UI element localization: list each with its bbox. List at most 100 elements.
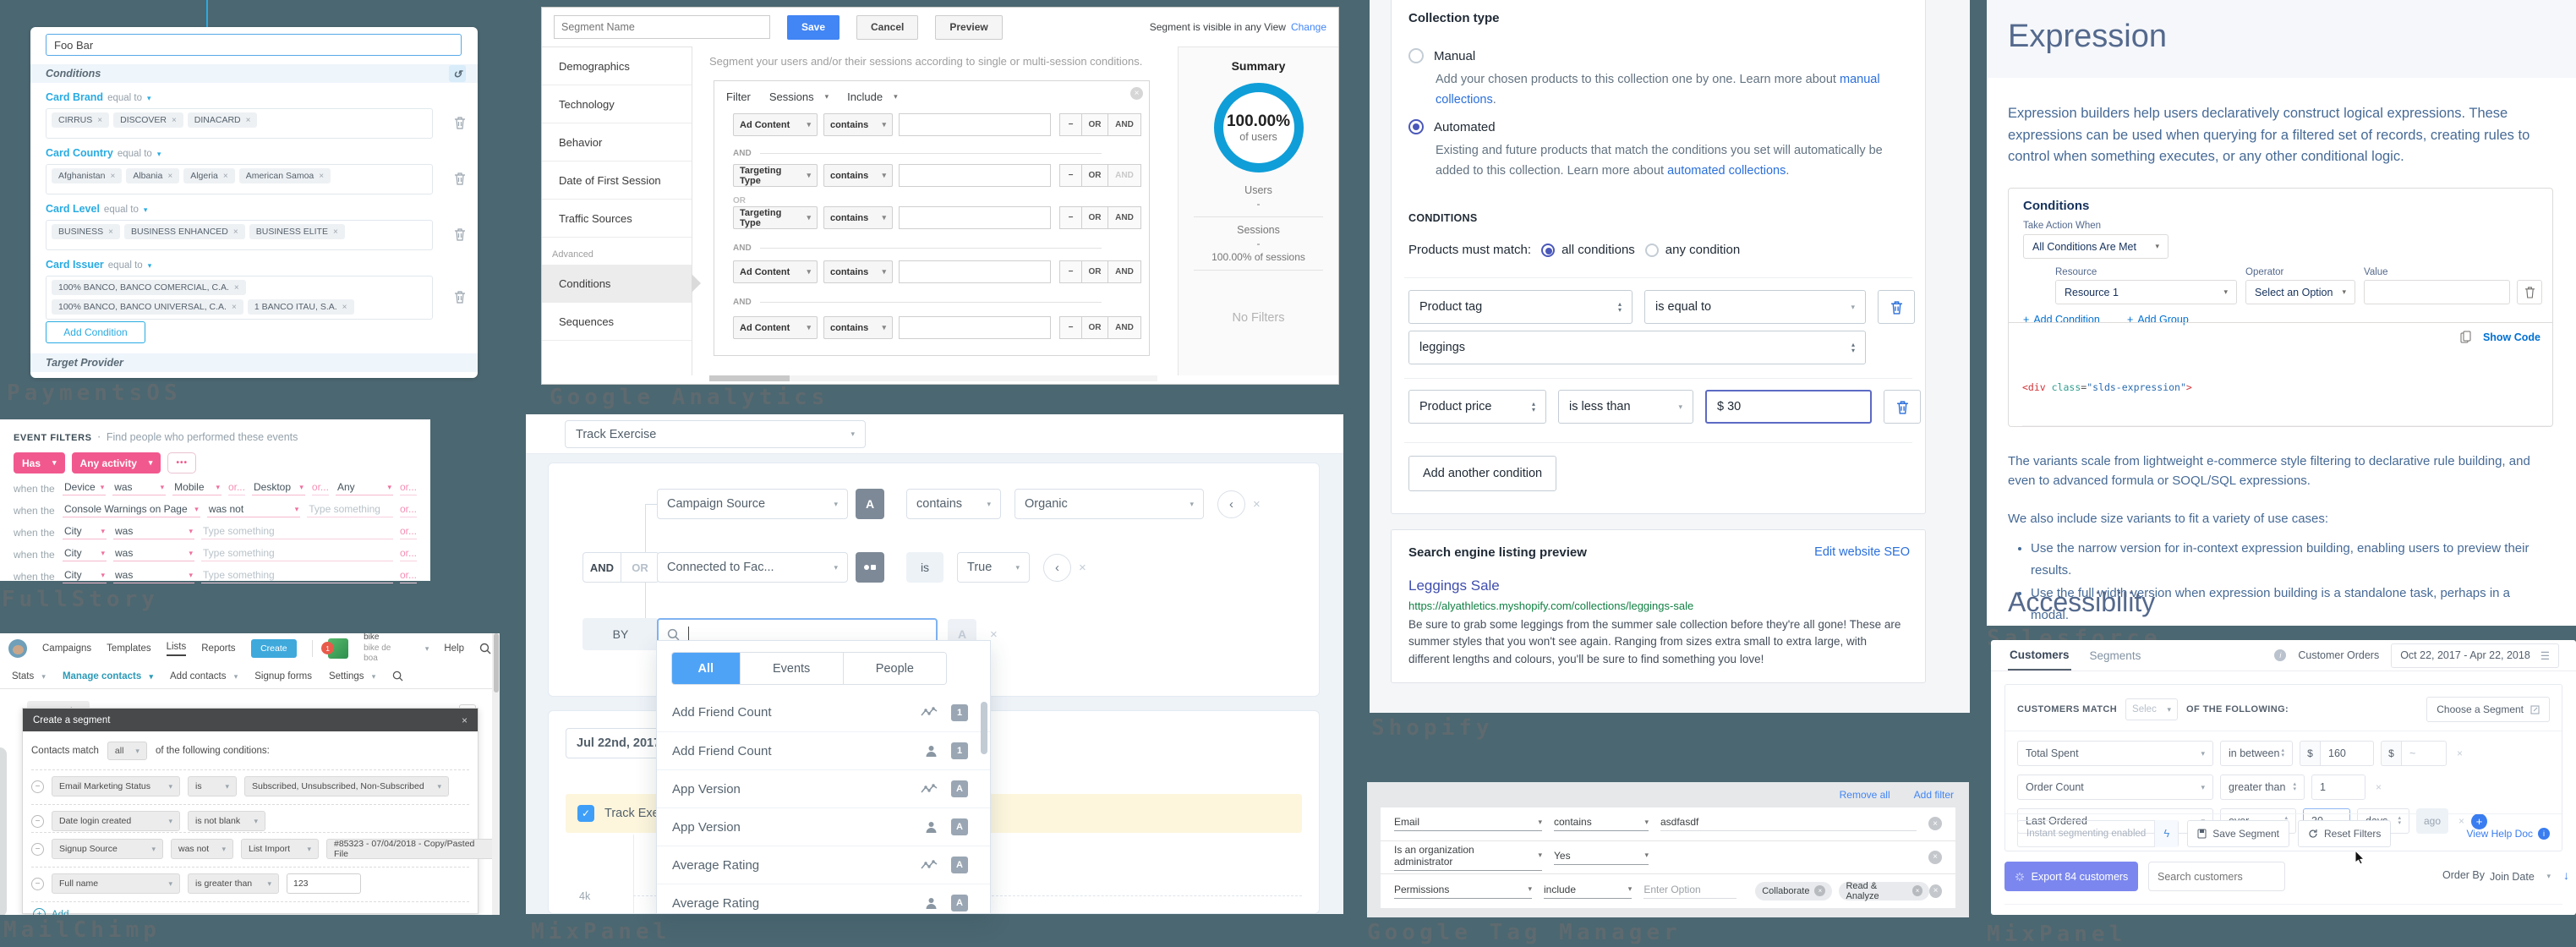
operator-dropdown[interactable]: Yes▾ <box>1554 850 1649 865</box>
refresh-icon[interactable]: ↺ <box>449 65 466 82</box>
operator-select[interactable]: contains▾ <box>823 316 893 339</box>
event-dropdown[interactable]: Track Exercise▾ <box>565 420 866 448</box>
tab-all[interactable]: All <box>672 653 740 684</box>
nav-campaigns[interactable]: Campaigns <box>42 643 91 654</box>
dimension-select[interactable]: Targeting Type▾ <box>733 206 818 229</box>
value-input[interactable]: Enter Option <box>1643 884 1736 899</box>
save-segment-button[interactable]: Save Segment <box>2187 820 2289 847</box>
radio-checked-icon[interactable] <box>1408 119 1424 134</box>
value-dropdown[interactable]: Organic▾ <box>1015 489 1204 519</box>
field-dropdown[interactable]: Email▾ <box>1394 816 1542 831</box>
remove-row-button[interactable]: − <box>1059 113 1082 136</box>
add-filter-link[interactable]: Add filter <box>1914 789 1954 801</box>
account-menu[interactable]: bikebike de boa <box>364 633 405 665</box>
operator-dropdown[interactable]: was▾ <box>113 525 194 539</box>
sidebar-item-date-first-session[interactable]: Date of First Session <box>542 161 692 200</box>
and-button[interactable]: AND <box>1108 206 1141 229</box>
segment-name-input[interactable] <box>46 34 462 56</box>
preview-button[interactable]: Preview <box>935 15 1002 40</box>
operator-dropdown[interactable]: include▾ <box>1544 884 1632 899</box>
remove-filter-icon[interactable]: × <box>2376 781 2382 793</box>
automated-option[interactable]: Automated <box>1408 119 1496 134</box>
list-item[interactable]: Average Rating A <box>657 884 990 914</box>
dimension-select[interactable]: Ad Content▾ <box>733 113 818 136</box>
or-button[interactable]: OR <box>1081 206 1108 229</box>
value-input[interactable]: Type something <box>307 503 393 517</box>
trash-icon[interactable] <box>454 116 466 129</box>
checkbox-checked-icon[interactable]: ✓ <box>577 805 594 822</box>
list-item[interactable]: App Version A <box>657 769 990 807</box>
trash-icon[interactable] <box>454 172 466 185</box>
close-icon[interactable]: × <box>462 714 468 726</box>
remove-chip-icon[interactable]: × <box>108 227 113 237</box>
nav-templates[interactable]: Templates <box>107 643 150 654</box>
field-select[interactable]: Product tag▴▾ <box>1408 290 1633 324</box>
value-dropdown[interactable]: True▾ <box>957 552 1030 583</box>
and-button[interactable]: AND <box>1108 316 1141 339</box>
dimension-select[interactable]: Targeting Type▾ <box>733 164 818 187</box>
remove-chip-icon[interactable]: × <box>167 172 172 181</box>
field-dropdown[interactable]: Console Warnings on Page▾ <box>63 503 200 517</box>
price-input-focused[interactable] <box>1705 390 1872 424</box>
chip[interactable]: 1 BANCO ITAU, S.A.× <box>248 299 354 315</box>
chip[interactable]: BUSINESS ELITE× <box>249 224 345 239</box>
operator-select[interactable]: is equal to▾ <box>1644 290 1866 324</box>
sidebar-item-demographics[interactable]: Demographics <box>542 47 692 85</box>
remove-filter-icon[interactable]: × <box>990 627 998 642</box>
list-item[interactable]: Add Friend Count 1 <box>657 731 990 769</box>
tab-events[interactable]: Events <box>740 653 843 684</box>
any-condition-option[interactable]: any condition <box>1645 243 1740 257</box>
filter-include-dropdown[interactable]: Include▾ <box>847 90 897 103</box>
value-input[interactable] <box>899 113 1051 136</box>
operator-select[interactable]: is less than▾ <box>1558 390 1693 424</box>
add-condition-link[interactable]: +Add <box>33 908 68 915</box>
collapse-icon[interactable]: ‹ <box>1217 490 1245 518</box>
property-type-icon[interactable] <box>856 552 884 583</box>
remove-filter-icon[interactable]: × <box>1929 884 1942 898</box>
remove-filter-icon[interactable]: × <box>2457 747 2463 759</box>
chip[interactable]: DINACARD× <box>188 112 258 128</box>
sort-direction-icon[interactable]: ↓ <box>2563 868 2569 882</box>
remove-chip-icon[interactable]: × <box>110 172 115 181</box>
value-input[interactable]: Type something <box>201 525 393 539</box>
remove-filter-icon[interactable]: × <box>1928 851 1942 864</box>
value-dropdown[interactable]: Mobile▾ <box>172 481 222 495</box>
operator-select[interactable]: contains▾ <box>823 113 893 136</box>
change-link[interactable]: Change <box>1291 21 1326 33</box>
or-link[interactable]: or... <box>400 525 417 539</box>
remove-chip-icon[interactable]: × <box>223 172 228 181</box>
trash-icon[interactable] <box>1884 390 1921 424</box>
save-button[interactable]: Save <box>787 15 840 40</box>
tab-signup-forms[interactable]: Signup forms <box>254 671 312 682</box>
tab-people[interactable]: People <box>843 653 946 684</box>
nav-reports[interactable]: Reports <box>201 643 235 654</box>
operator-select[interactable]: is not blank▾ <box>188 811 265 831</box>
remove-chip-icon[interactable]: × <box>232 303 237 312</box>
chip-box[interactable]: 100% BANCO, BANCO COMERCIAL, C.A.× 100% … <box>46 276 433 320</box>
or-button[interactable]: OR <box>1081 260 1108 283</box>
operator-select[interactable]: was not▾ <box>171 839 233 859</box>
operator-dropdown[interactable]: contains▾ <box>1554 816 1649 831</box>
list-item[interactable]: App Version A <box>657 807 990 846</box>
remove-chip-icon[interactable]: × <box>319 172 324 181</box>
operator-dropdown[interactable]: was▾ <box>112 481 166 495</box>
permission-chip[interactable]: Read & Analyze× <box>1839 882 1929 900</box>
field-dropdown[interactable]: Permissions▾ <box>1394 884 1532 899</box>
or-button[interactable]: OR <box>1081 164 1108 187</box>
value-input[interactable]: 160 <box>2320 741 2374 766</box>
segment-name-input[interactable] <box>554 15 770 39</box>
remove-condition-icon[interactable]: − <box>31 780 44 793</box>
and-button[interactable]: AND <box>582 552 621 583</box>
create-button[interactable]: Create <box>251 639 298 658</box>
instant-segmenting-toggle[interactable]: Instant segmenting enabledϟ <box>2017 820 2179 847</box>
field-select[interactable]: Order Count▾ <box>2017 775 2213 800</box>
dimension-select[interactable]: Ad Content▾ <box>733 260 818 283</box>
remove-filter-icon[interactable]: × <box>1079 561 1086 575</box>
value-input[interactable] <box>899 260 1051 283</box>
chip[interactable]: Algeria× <box>183 168 235 183</box>
cancel-button[interactable]: Cancel <box>856 15 918 40</box>
operator-select[interactable]: contains▾ <box>823 164 893 187</box>
field-select[interactable]: Product price▴▾ <box>1408 390 1546 424</box>
remove-chip-icon[interactable]: × <box>97 116 102 125</box>
field-select[interactable]: Full name▾ <box>52 873 180 894</box>
